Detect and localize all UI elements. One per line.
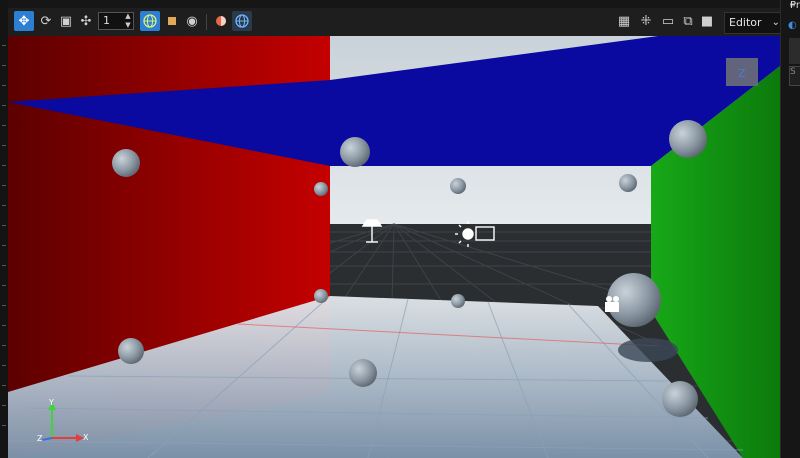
- sphere[interactable]: [314, 289, 328, 303]
- sphere[interactable]: [349, 359, 377, 387]
- display-icon[interactable]: ▭: [658, 11, 678, 31]
- viewport-toolbar: ✥ ⟳ ▣ ✣ 1 ▲ ▼ ◉ ▦ ⁜ ▭ ⧉ ■ Editor ⌄: [8, 8, 784, 36]
- snap-icon[interactable]: ⁜: [636, 11, 656, 31]
- sphere[interactable]: [340, 137, 370, 167]
- left-dock-strip: [0, 0, 8, 458]
- sphere[interactable]: [619, 174, 637, 192]
- sphere[interactable]: [314, 182, 328, 196]
- globe-icon[interactable]: [232, 11, 252, 31]
- pivot-icon[interactable]: ✣: [76, 11, 96, 31]
- grid-icon[interactable]: ▦: [614, 11, 634, 31]
- view-mode-dropdown[interactable]: Editor ⌄: [724, 12, 784, 34]
- visibility-icon[interactable]: ◉: [182, 11, 202, 31]
- axis-z-label: Z: [37, 434, 43, 443]
- sphere[interactable]: [669, 120, 707, 158]
- sphere-shadow: [618, 338, 678, 362]
- screenshot-icon[interactable]: ⧉: [678, 11, 698, 31]
- view-mode-value: Editor: [729, 16, 762, 29]
- axis-x-label: X: [83, 433, 89, 442]
- sphere[interactable]: [451, 294, 465, 308]
- snap-stepper-icon[interactable]: ▲ ▼: [122, 12, 134, 30]
- chevron-down-icon: ⌄: [771, 17, 780, 28]
- rotate-icon[interactable]: ⟳: [36, 11, 56, 31]
- sphere[interactable]: [662, 381, 698, 417]
- scale-icon[interactable]: ▣: [56, 11, 76, 31]
- panel-refresh-icon[interactable]: ◐: [788, 20, 797, 31]
- sphere[interactable]: [112, 149, 140, 177]
- cube-icon[interactable]: [162, 11, 182, 31]
- scene-viewport[interactable]: Z Y X Z: [8, 36, 780, 458]
- world-space-icon[interactable]: [140, 11, 160, 31]
- render-mode-icon[interactable]: [211, 11, 231, 31]
- panel-header-box: [789, 38, 800, 64]
- sphere[interactable]: [450, 178, 466, 194]
- scene-canvas[interactable]: Z Y X Z: [8, 36, 780, 458]
- properties-panel: ≡ Pro ◐ S: [780, 0, 800, 458]
- top-strip: [8, 0, 780, 8]
- panel-title: Pro: [790, 0, 800, 11]
- axis-y-label: Y: [48, 398, 54, 407]
- panel-search-input[interactable]: S: [789, 66, 800, 86]
- view-cube-axis-label: Z: [738, 67, 746, 80]
- camera-icon[interactable]: ■: [697, 11, 717, 31]
- move-gizmo-icon[interactable]: ✥: [14, 11, 34, 31]
- sphere[interactable]: [118, 338, 144, 364]
